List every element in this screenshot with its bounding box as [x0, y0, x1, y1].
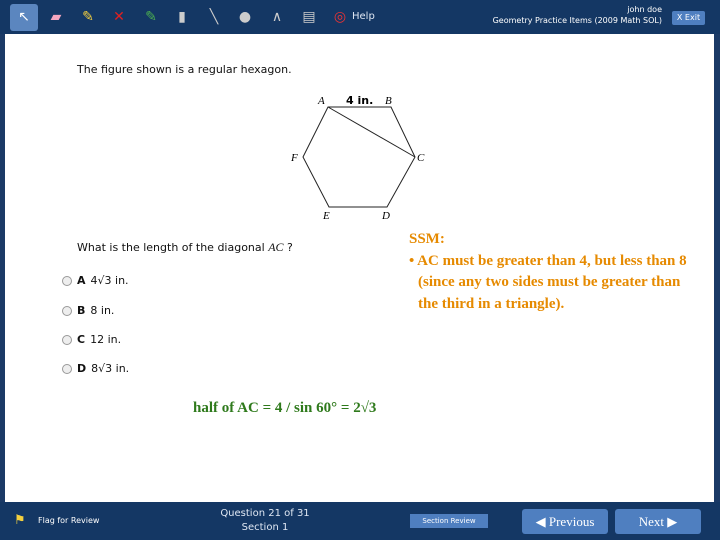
radio[interactable] [62, 363, 72, 374]
formula-sheet-icon[interactable]: ▤ [298, 6, 320, 28]
option-a[interactable]: A 4√3 in. [62, 274, 129, 287]
compass-icon[interactable]: ∧ [266, 6, 288, 28]
vertex-f: F [290, 152, 298, 164]
eraser-icon[interactable]: ▰ [45, 6, 67, 28]
test-name: Geometry Practice Items (2009 Math SOL) [492, 16, 662, 25]
vertex-a: A [317, 95, 325, 107]
ssm-text: • AC must be greater than 4, but less th… [409, 252, 687, 312]
option-letter: C [77, 333, 86, 346]
footer-bar: ⚑ Flag for Review Question 21 of 31 Secti… [0, 502, 720, 540]
ssm-annotation: SSM: • AC must be greater than 4, but les… [409, 229, 699, 315]
pointer-icon[interactable]: ↖ [10, 4, 38, 31]
toolbar: ↖ ▰ ✎ ✕ ✎ ▮ ╲ ● ∧ ▤ ◎ Help john doe Geome… [0, 0, 720, 34]
marker-icon[interactable]: ✎ [140, 6, 162, 28]
ruler-icon[interactable]: ▮ [171, 6, 193, 28]
radio[interactable] [62, 334, 72, 345]
side-label: 4 in. [346, 94, 373, 107]
option-d[interactable]: D 8√3 in. [62, 362, 129, 375]
vertex-c: C [417, 152, 425, 164]
previous-button[interactable]: ◀ Previous [522, 509, 608, 534]
vertex-b: B [385, 95, 392, 107]
highlighter-icon[interactable]: ✎ [77, 6, 99, 28]
option-b[interactable]: B 8 in. [62, 304, 114, 317]
cross-out-icon[interactable]: ✕ [108, 6, 130, 28]
point-icon[interactable]: ● [234, 6, 256, 28]
diagonal-ac [327, 106, 416, 158]
option-value: 4√3 in. [90, 274, 129, 287]
vertex-d: D [381, 210, 390, 222]
hexagon-figure: A 4 in. B C D E F [290, 94, 425, 222]
option-letter: B [77, 304, 86, 317]
prompt-end: ? [283, 241, 293, 254]
prompt-text: What is the length of the diagonal [77, 241, 265, 254]
note-annotation: half of AC = 4 / sin 60° = 2√3 [193, 400, 377, 416]
line-icon[interactable]: ╲ [203, 6, 225, 28]
option-c[interactable]: C 12 in. [62, 333, 121, 346]
section-label: Section 1 [241, 522, 289, 533]
user-name: john doe [627, 5, 662, 14]
flag-for-review-button[interactable]: Flag for Review [38, 516, 99, 525]
question-stem: The figure shown is a regular hexagon. [77, 63, 292, 76]
user-info: john doe Geometry Practice Items (2009 Ma… [493, 4, 662, 26]
option-value: 12 in. [90, 333, 122, 346]
exit-button[interactable]: X Exit [672, 11, 705, 25]
option-letter: A [77, 274, 86, 287]
help-button[interactable]: Help [352, 11, 375, 22]
help-icon[interactable]: ◎ [329, 6, 351, 28]
ssm-title: SSM: [409, 231, 445, 247]
radio[interactable] [62, 275, 72, 286]
question-number: Question 21 of 31 [220, 508, 310, 519]
flag-icon[interactable]: ⚑ [14, 513, 26, 528]
option-value: 8√3 in. [91, 362, 130, 375]
section-review-button[interactable]: Section Review [410, 514, 488, 528]
question-prompt: What is the length of the diagonal AC ? [77, 240, 293, 255]
question-counter: Question 21 of 31 Section 1 [200, 507, 330, 535]
radio[interactable] [62, 305, 72, 316]
option-letter: D [77, 362, 87, 375]
option-value: 8 in. [90, 304, 115, 317]
hexagon [302, 106, 416, 208]
vertex-e: E [322, 210, 330, 222]
next-button[interactable]: Next ▶ [615, 509, 701, 534]
prompt-var: AC [268, 240, 284, 254]
